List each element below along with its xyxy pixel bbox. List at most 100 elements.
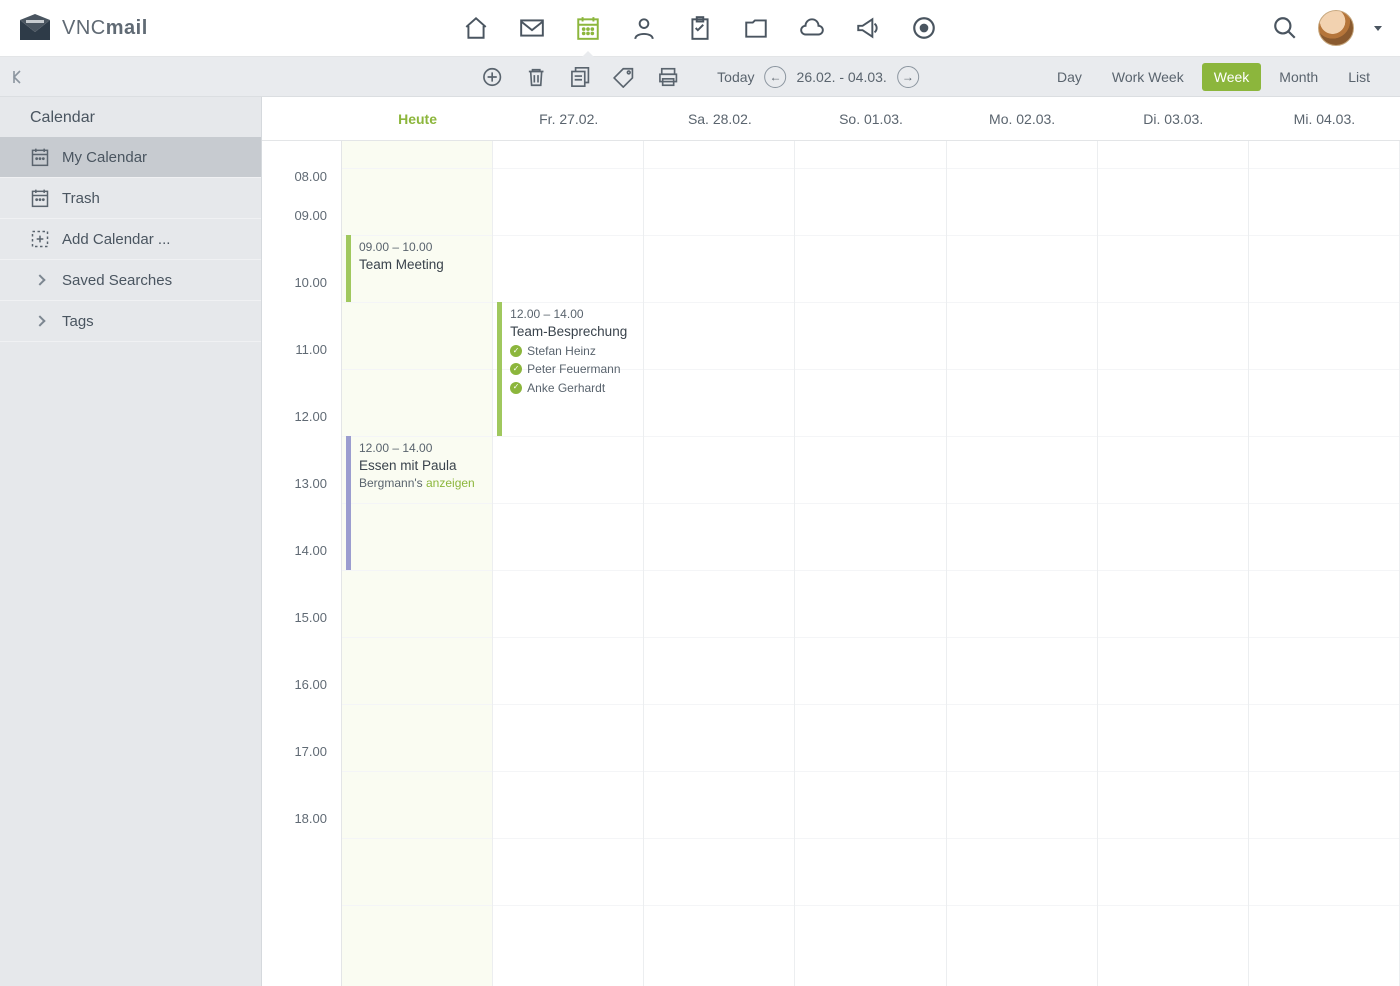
delete-icon[interactable] (525, 66, 547, 88)
day-column[interactable]: 09.00 – 10.00Team Meeting 12.00 – 14.00Es… (342, 141, 493, 986)
contacts-icon[interactable] (630, 14, 658, 42)
toolbar-actions: Today ← 26.02. - 04.03. → (481, 66, 919, 88)
event-title: Essen mit Paula (359, 457, 484, 475)
calendar-icon (30, 188, 50, 208)
sidebar-item-add-calendar-[interactable]: Add Calendar ... (0, 219, 261, 260)
event-time: 12.00 – 14.00 (510, 306, 635, 322)
announce-icon[interactable] (854, 14, 882, 42)
event-title: Team-Besprechung (510, 323, 635, 341)
check-badge-icon: ✓ (510, 363, 522, 375)
calendar-event[interactable]: 12.00 – 14.00Team-Besprechung ✓Stefan Hei… (497, 302, 641, 436)
add-dashed-icon (30, 229, 50, 249)
day-header[interactable]: Heute (342, 97, 493, 140)
day-header[interactable]: Sa. 28.02. (644, 97, 795, 140)
day-header[interactable]: Fr. 27.02. (493, 97, 644, 140)
tasks-icon[interactable] (686, 14, 714, 42)
event-subtitle: Bergmann's anzeigen (359, 475, 484, 491)
sidebar-item-label: Tags (62, 313, 94, 330)
sidebar-item-label: Trash (62, 190, 100, 207)
time-label: 14.00 (262, 539, 341, 606)
calendar-event[interactable]: 12.00 – 14.00Essen mit PaulaBergmann's a… (346, 436, 490, 570)
day-column[interactable] (1249, 141, 1400, 986)
event-attendee: ✓Peter Feuermann (510, 361, 635, 377)
main-nav (462, 14, 938, 42)
user-menu-caret-icon[interactable] (1374, 26, 1382, 31)
time-label: 11.00 (262, 338, 341, 405)
tag-icon[interactable] (613, 66, 635, 88)
user-avatar[interactable] (1318, 10, 1354, 46)
add-event-icon[interactable] (481, 66, 503, 88)
prev-week-icon[interactable]: ← (765, 66, 787, 88)
calendar-toolbar: Today ← 26.02. - 04.03. → Day Work Week … (0, 57, 1400, 97)
day-column[interactable]: 12.00 – 14.00Team-Besprechung ✓Stefan Hei… (493, 141, 644, 986)
view-work-week[interactable]: Work Week (1100, 63, 1196, 91)
next-week-icon[interactable]: → (897, 66, 919, 88)
time-label: 16.00 (262, 673, 341, 740)
view-list[interactable]: List (1336, 63, 1382, 91)
chevron-right-icon (30, 270, 50, 290)
day-header[interactable]: So. 01.03. (795, 97, 946, 140)
event-attendee: ✓Stefan Heinz (510, 343, 635, 359)
envelope-logo-icon (18, 14, 52, 42)
time-label: 17.00 (262, 740, 341, 807)
day-columns: 09.00 – 10.00Team Meeting12.00 – 14.00Es… (342, 141, 1400, 986)
home-icon[interactable] (462, 14, 490, 42)
print-icon[interactable] (657, 66, 679, 88)
sidebar-item-label: My Calendar (62, 149, 147, 166)
sidebar-collapse-icon[interactable] (0, 69, 28, 85)
day-column[interactable] (947, 141, 1098, 986)
time-label: 15.00 (262, 606, 341, 673)
day-column[interactable] (795, 141, 946, 986)
calendar-nav-icon[interactable] (574, 14, 602, 42)
sidebar-item-my-calendar[interactable]: My Calendar (0, 137, 261, 178)
day-header[interactable]: Mo. 02.03. (947, 97, 1098, 140)
date-range-label: 26.02. - 04.03. (797, 69, 887, 85)
sidebar-item-label: Saved Searches (62, 272, 172, 289)
view-month[interactable]: Month (1267, 63, 1330, 91)
time-label: 18.00 (262, 807, 341, 874)
time-gutter: 08.0009.0010.0011.0012.0013.0014.0015.00… (262, 141, 342, 986)
view-day[interactable]: Day (1045, 63, 1094, 91)
calendar-event[interactable]: 09.00 – 10.00Team Meeting (346, 235, 490, 302)
view-switcher: Day Work Week Week Month List (1045, 63, 1400, 91)
cloud-icon[interactable] (798, 14, 826, 42)
time-label: 09.00 (262, 204, 341, 271)
event-link[interactable]: anzeigen (426, 476, 475, 490)
check-badge-icon: ✓ (510, 382, 522, 394)
sidebar-item-saved-searches[interactable]: Saved Searches (0, 260, 261, 301)
mail-icon[interactable] (518, 14, 546, 42)
app-title: VNCmail (62, 17, 148, 40)
app-body: Calendar My Calendar Trash Add Calendar ..… (0, 97, 1400, 986)
time-label: 10.00 (262, 271, 341, 338)
date-nav: Today ← 26.02. - 04.03. → (717, 66, 919, 88)
day-header[interactable]: Di. 03.03. (1098, 97, 1249, 140)
app-logo: VNCmail (18, 14, 148, 42)
gutter-spacer (262, 97, 342, 140)
search-icon[interactable] (1272, 15, 1298, 41)
view-week[interactable]: Week (1202, 63, 1262, 91)
sidebar-item-tags[interactable]: Tags (0, 301, 261, 342)
sidebar-title: Calendar (0, 97, 261, 137)
today-button[interactable]: Today (717, 69, 754, 85)
sidebar-item-label: Add Calendar ... (62, 231, 170, 248)
day-column[interactable] (1098, 141, 1249, 986)
event-time: 12.00 – 14.00 (359, 440, 484, 456)
duplicate-icon[interactable] (569, 66, 591, 88)
sidebar-item-trash[interactable]: Trash (0, 178, 261, 219)
sidebar: Calendar My Calendar Trash Add Calendar ..… (0, 97, 262, 986)
calendar-view: HeuteFr. 27.02.Sa. 28.02.So. 01.03.Mo. 0… (262, 97, 1400, 986)
day-header[interactable]: Mi. 04.03. (1249, 97, 1400, 140)
event-title: Team Meeting (359, 256, 484, 274)
files-icon[interactable] (742, 14, 770, 42)
time-label: 13.00 (262, 472, 341, 539)
location-icon[interactable] (910, 14, 938, 42)
header-right (1272, 10, 1382, 46)
app-header: VNCmail (0, 0, 1400, 57)
day-header-row: HeuteFr. 27.02.Sa. 28.02.So. 01.03.Mo. 0… (262, 97, 1400, 141)
calendar-grid: 08.0009.0010.0011.0012.0013.0014.0015.00… (262, 141, 1400, 986)
day-column[interactable] (644, 141, 795, 986)
check-badge-icon: ✓ (510, 345, 522, 357)
event-attendee: ✓Anke Gerhardt (510, 380, 635, 396)
calendar-icon (30, 147, 50, 167)
chevron-right-icon (30, 311, 50, 331)
